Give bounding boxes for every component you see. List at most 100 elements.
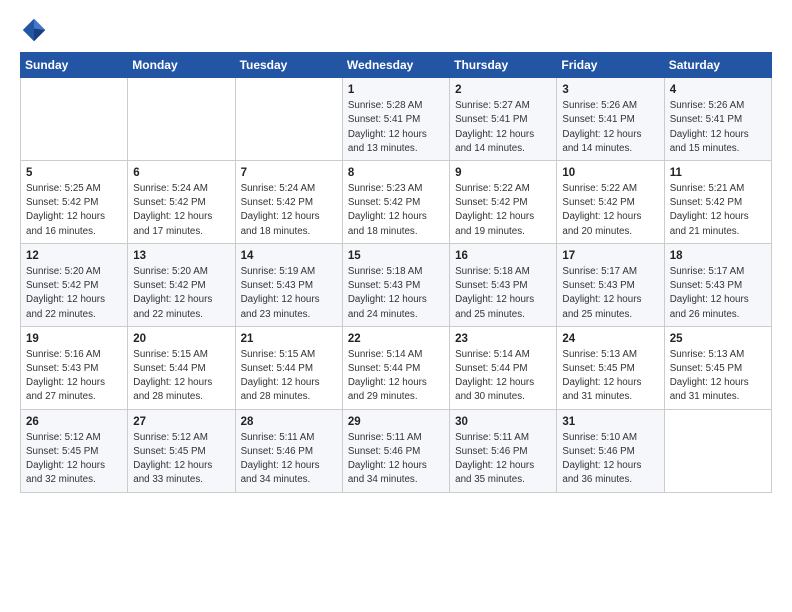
day-number: 9 xyxy=(455,165,551,181)
calendar-cell: 19Sunrise: 5:16 AM Sunset: 5:43 PM Dayli… xyxy=(21,326,128,409)
cell-info: Sunrise: 5:12 AM Sunset: 5:45 PM Dayligh… xyxy=(133,431,229,488)
cell-info: Sunrise: 5:17 AM Sunset: 5:43 PM Dayligh… xyxy=(670,265,766,322)
weekday-header-saturday: Saturday xyxy=(664,53,771,78)
calendar-cell: 26Sunrise: 5:12 AM Sunset: 5:45 PM Dayli… xyxy=(21,409,128,492)
cell-info: Sunrise: 5:16 AM Sunset: 5:43 PM Dayligh… xyxy=(26,348,122,405)
calendar-cell: 14Sunrise: 5:19 AM Sunset: 5:43 PM Dayli… xyxy=(235,243,342,326)
day-number: 18 xyxy=(670,248,766,264)
logo xyxy=(20,16,52,44)
page: SundayMondayTuesdayWednesdayThursdayFrid… xyxy=(0,0,792,612)
cell-info: Sunrise: 5:24 AM Sunset: 5:42 PM Dayligh… xyxy=(241,182,337,239)
calendar-cell: 28Sunrise: 5:11 AM Sunset: 5:46 PM Dayli… xyxy=(235,409,342,492)
calendar-cell: 29Sunrise: 5:11 AM Sunset: 5:46 PM Dayli… xyxy=(342,409,449,492)
calendar-cell: 9Sunrise: 5:22 AM Sunset: 5:42 PM Daylig… xyxy=(450,160,557,243)
calendar-cell xyxy=(21,78,128,161)
weekday-header-monday: Monday xyxy=(128,53,235,78)
cell-info: Sunrise: 5:18 AM Sunset: 5:43 PM Dayligh… xyxy=(455,265,551,322)
header-row xyxy=(20,16,772,44)
cell-info: Sunrise: 5:28 AM Sunset: 5:41 PM Dayligh… xyxy=(348,99,444,156)
calendar-cell: 20Sunrise: 5:15 AM Sunset: 5:44 PM Dayli… xyxy=(128,326,235,409)
calendar-cell: 21Sunrise: 5:15 AM Sunset: 5:44 PM Dayli… xyxy=(235,326,342,409)
calendar-cell xyxy=(235,78,342,161)
calendar-week-1: 1Sunrise: 5:28 AM Sunset: 5:41 PM Daylig… xyxy=(21,78,772,161)
cell-info: Sunrise: 5:11 AM Sunset: 5:46 PM Dayligh… xyxy=(455,431,551,488)
calendar-cell: 12Sunrise: 5:20 AM Sunset: 5:42 PM Dayli… xyxy=(21,243,128,326)
day-number: 17 xyxy=(562,248,658,264)
calendar-cell: 15Sunrise: 5:18 AM Sunset: 5:43 PM Dayli… xyxy=(342,243,449,326)
day-number: 19 xyxy=(26,331,122,347)
day-number: 25 xyxy=(670,331,766,347)
calendar-cell: 25Sunrise: 5:13 AM Sunset: 5:45 PM Dayli… xyxy=(664,326,771,409)
day-number: 1 xyxy=(348,82,444,98)
day-number: 28 xyxy=(241,414,337,430)
calendar-cell xyxy=(664,409,771,492)
day-number: 5 xyxy=(26,165,122,181)
weekday-header-wednesday: Wednesday xyxy=(342,53,449,78)
logo-icon xyxy=(20,16,48,44)
cell-info: Sunrise: 5:11 AM Sunset: 5:46 PM Dayligh… xyxy=(348,431,444,488)
day-number: 22 xyxy=(348,331,444,347)
cell-info: Sunrise: 5:17 AM Sunset: 5:43 PM Dayligh… xyxy=(562,265,658,322)
cell-info: Sunrise: 5:18 AM Sunset: 5:43 PM Dayligh… xyxy=(348,265,444,322)
day-number: 16 xyxy=(455,248,551,264)
day-number: 24 xyxy=(562,331,658,347)
day-number: 7 xyxy=(241,165,337,181)
cell-info: Sunrise: 5:14 AM Sunset: 5:44 PM Dayligh… xyxy=(348,348,444,405)
calendar-cell: 4Sunrise: 5:26 AM Sunset: 5:41 PM Daylig… xyxy=(664,78,771,161)
day-number: 14 xyxy=(241,248,337,264)
cell-info: Sunrise: 5:26 AM Sunset: 5:41 PM Dayligh… xyxy=(562,99,658,156)
day-number: 10 xyxy=(562,165,658,181)
cell-info: Sunrise: 5:27 AM Sunset: 5:41 PM Dayligh… xyxy=(455,99,551,156)
day-number: 26 xyxy=(26,414,122,430)
weekday-header-tuesday: Tuesday xyxy=(235,53,342,78)
calendar-cell: 5Sunrise: 5:25 AM Sunset: 5:42 PM Daylig… xyxy=(21,160,128,243)
day-number: 21 xyxy=(241,331,337,347)
day-number: 12 xyxy=(26,248,122,264)
calendar-cell: 18Sunrise: 5:17 AM Sunset: 5:43 PM Dayli… xyxy=(664,243,771,326)
calendar-cell: 2Sunrise: 5:27 AM Sunset: 5:41 PM Daylig… xyxy=(450,78,557,161)
weekday-row: SundayMondayTuesdayWednesdayThursdayFrid… xyxy=(21,53,772,78)
cell-info: Sunrise: 5:11 AM Sunset: 5:46 PM Dayligh… xyxy=(241,431,337,488)
day-number: 15 xyxy=(348,248,444,264)
cell-info: Sunrise: 5:22 AM Sunset: 5:42 PM Dayligh… xyxy=(455,182,551,239)
calendar-cell: 7Sunrise: 5:24 AM Sunset: 5:42 PM Daylig… xyxy=(235,160,342,243)
weekday-header-friday: Friday xyxy=(557,53,664,78)
cell-info: Sunrise: 5:15 AM Sunset: 5:44 PM Dayligh… xyxy=(241,348,337,405)
day-number: 8 xyxy=(348,165,444,181)
calendar-week-4: 19Sunrise: 5:16 AM Sunset: 5:43 PM Dayli… xyxy=(21,326,772,409)
cell-info: Sunrise: 5:24 AM Sunset: 5:42 PM Dayligh… xyxy=(133,182,229,239)
calendar-cell: 30Sunrise: 5:11 AM Sunset: 5:46 PM Dayli… xyxy=(450,409,557,492)
cell-info: Sunrise: 5:20 AM Sunset: 5:42 PM Dayligh… xyxy=(26,265,122,322)
cell-info: Sunrise: 5:22 AM Sunset: 5:42 PM Dayligh… xyxy=(562,182,658,239)
calendar-cell xyxy=(128,78,235,161)
cell-info: Sunrise: 5:13 AM Sunset: 5:45 PM Dayligh… xyxy=(670,348,766,405)
day-number: 3 xyxy=(562,82,658,98)
day-number: 6 xyxy=(133,165,229,181)
day-number: 31 xyxy=(562,414,658,430)
cell-info: Sunrise: 5:14 AM Sunset: 5:44 PM Dayligh… xyxy=(455,348,551,405)
calendar-cell: 13Sunrise: 5:20 AM Sunset: 5:42 PM Dayli… xyxy=(128,243,235,326)
day-number: 20 xyxy=(133,331,229,347)
calendar-cell: 22Sunrise: 5:14 AM Sunset: 5:44 PM Dayli… xyxy=(342,326,449,409)
calendar-cell: 27Sunrise: 5:12 AM Sunset: 5:45 PM Dayli… xyxy=(128,409,235,492)
day-number: 11 xyxy=(670,165,766,181)
calendar-cell: 8Sunrise: 5:23 AM Sunset: 5:42 PM Daylig… xyxy=(342,160,449,243)
calendar-header: SundayMondayTuesdayWednesdayThursdayFrid… xyxy=(21,53,772,78)
weekday-header-sunday: Sunday xyxy=(21,53,128,78)
calendar-week-5: 26 Sunrise: 5:12 AM Sunset: 5:45 PM Dayli… xyxy=(21,409,772,492)
calendar-cell: 11Sunrise: 5:21 AM Sunset: 5:42 PM Dayli… xyxy=(664,160,771,243)
cell-info: Sunrise: 5:20 AM Sunset: 5:42 PM Dayligh… xyxy=(133,265,229,322)
cell-info: Sunrise: 5:23 AM Sunset: 5:42 PM Dayligh… xyxy=(348,182,444,239)
calendar-cell: 17Sunrise: 5:17 AM Sunset: 5:43 PM Dayli… xyxy=(557,243,664,326)
calendar-cell: 6Sunrise: 5:24 AM Sunset: 5:42 PM Daylig… xyxy=(128,160,235,243)
calendar-cell: 3Sunrise: 5:26 AM Sunset: 5:41 PM Daylig… xyxy=(557,78,664,161)
calendar-week-3: 12Sunrise: 5:20 AM Sunset: 5:42 PM Dayli… xyxy=(21,243,772,326)
calendar-cell: 24Sunrise: 5:13 AM Sunset: 5:45 PM Dayli… xyxy=(557,326,664,409)
cell-info: Sunrise: 5:13 AM Sunset: 5:45 PM Dayligh… xyxy=(562,348,658,405)
day-number: 2 xyxy=(455,82,551,98)
calendar-cell: 10Sunrise: 5:22 AM Sunset: 5:42 PM Dayli… xyxy=(557,160,664,243)
calendar-week-2: 5Sunrise: 5:25 AM Sunset: 5:42 PM Daylig… xyxy=(21,160,772,243)
day-number: 4 xyxy=(670,82,766,98)
day-number: 23 xyxy=(455,331,551,347)
cell-info: Sunrise: 5:10 AM Sunset: 5:46 PM Dayligh… xyxy=(562,431,658,488)
